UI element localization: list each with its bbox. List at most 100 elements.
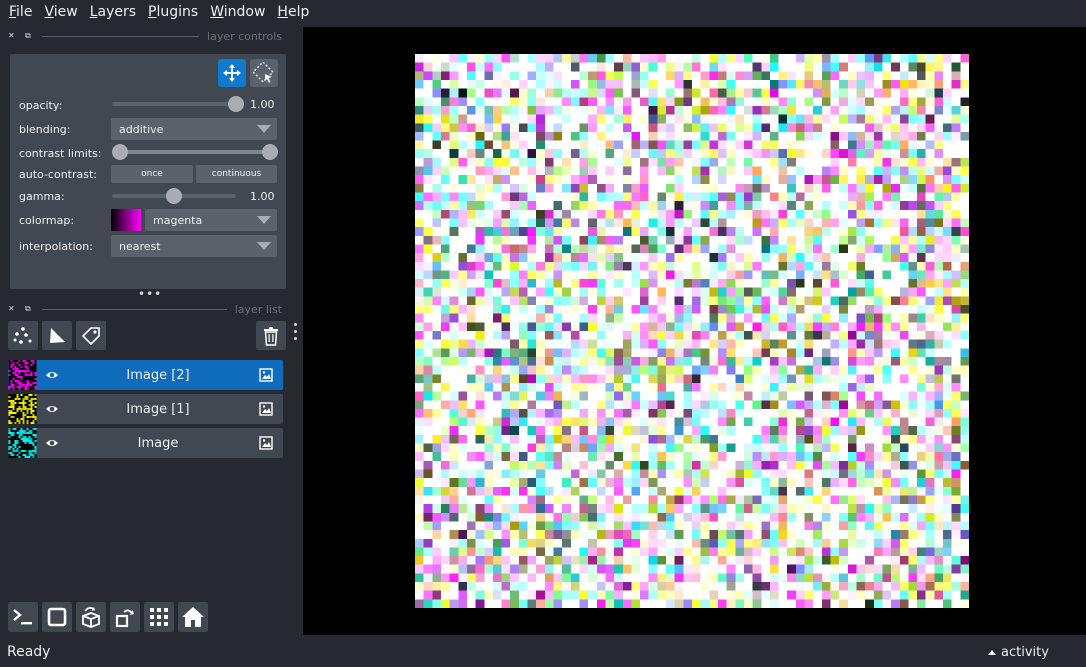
delete-layer-button[interactable] [256,321,286,350]
gamma-slider[interactable] [112,188,236,204]
layer-row[interactable]: Image [2] [8,360,283,390]
pixel [865,408,875,418]
pixel [510,564,520,574]
pixel [432,530,442,540]
auto-contrast-once-button[interactable]: once [111,165,193,183]
layer-row[interactable]: Image [8,428,283,458]
pixel [726,296,736,306]
pixel [700,183,710,193]
pixel [778,114,788,124]
pixel [458,183,468,193]
new-points-layer-button[interactable] [8,321,38,350]
pixel [830,79,840,89]
eye-icon[interactable] [45,368,59,382]
pixel [588,582,598,591]
opacity-slider[interactable] [112,96,244,112]
gamma-slider-handle[interactable] [166,188,182,204]
pixel [475,400,485,410]
pixel [761,313,771,323]
dock-close-icon[interactable]: ✕ [8,305,16,313]
pixel [458,599,468,608]
interpolation-combobox[interactable]: nearest [111,235,277,257]
menu-window[interactable]: Window [205,4,270,20]
pixel [839,599,849,608]
roll-dimensions-button[interactable] [76,602,106,632]
pixel [700,88,710,98]
colormap-combobox[interactable]: magenta [145,209,277,231]
auto-contrast-continuous-button[interactable]: continuous [196,165,277,183]
pixel [700,218,710,228]
pixel [925,339,935,349]
pixel [596,296,606,306]
pixel [657,512,667,522]
transpose-dimensions-button[interactable] [110,602,140,632]
more-options-icon[interactable] [293,323,299,341]
viewer-canvas[interactable] [303,27,1086,635]
contrast-min-handle[interactable] [112,144,128,160]
pixel [458,227,468,237]
new-labels-layer-button[interactable] [76,321,106,350]
toggle-console-button[interactable] [8,602,38,632]
pixel [570,166,580,176]
pixel [562,279,572,289]
pixel [951,443,961,453]
pixel [865,71,875,81]
contrast-max-handle[interactable] [262,144,278,160]
dock-float-icon[interactable]: ⧉ [25,305,33,313]
pixel [544,547,554,557]
activity-button[interactable]: activity [988,645,1049,660]
pixel [821,227,831,237]
pixel [735,192,745,202]
pixel [917,114,927,124]
pixel [492,79,502,89]
menu-plugins[interactable]: Plugins [143,4,203,20]
dock-close-icon[interactable]: ✕ [8,32,16,40]
pixel [925,175,935,185]
pixel [917,218,927,228]
pixel [847,54,857,63]
menu-view[interactable]: View [39,4,82,20]
pixel [492,365,502,375]
menu-file[interactable]: File [4,4,37,20]
blending-combobox[interactable]: additive [111,118,277,140]
pixel [787,322,797,332]
opacity-slider-handle[interactable] [228,96,244,112]
menu-help[interactable]: Help [272,4,314,20]
pixel [891,313,901,323]
eye-icon[interactable] [45,436,59,450]
contrast-limits-slider[interactable] [112,144,278,160]
pixel [449,512,459,522]
splitter-handle[interactable]: ••• [138,288,162,300]
pixel [761,564,771,574]
pixel [934,382,944,392]
pixel [717,521,727,531]
pan-zoom-button[interactable] [218,59,246,87]
pixel [579,582,589,591]
pixel [562,512,572,522]
pixel [484,183,494,193]
toggle-ndisplay-button[interactable] [42,602,72,632]
pixel [588,313,598,323]
pixel [951,209,961,219]
pixel [717,175,727,185]
reset-view-button[interactable] [178,602,208,632]
pixel [518,253,528,263]
grid-view-button[interactable] [144,602,174,632]
pixel [882,149,892,159]
menu-layers[interactable]: Layers [85,4,141,20]
pixel [605,452,615,462]
dock-float-icon[interactable]: ⧉ [25,32,33,40]
pixel [717,590,727,600]
pixel [631,547,641,557]
new-shapes-layer-button[interactable] [42,321,72,350]
menu-label-rest: ile [16,4,33,20]
pixel [943,356,952,366]
eye-icon[interactable] [45,402,59,416]
transform-button[interactable] [250,59,278,87]
pixel [917,331,927,340]
pixel [579,331,589,340]
pixel [527,400,537,410]
layer-row[interactable]: Image [1] [8,394,283,424]
pixel [544,157,554,167]
pixel [726,105,736,115]
